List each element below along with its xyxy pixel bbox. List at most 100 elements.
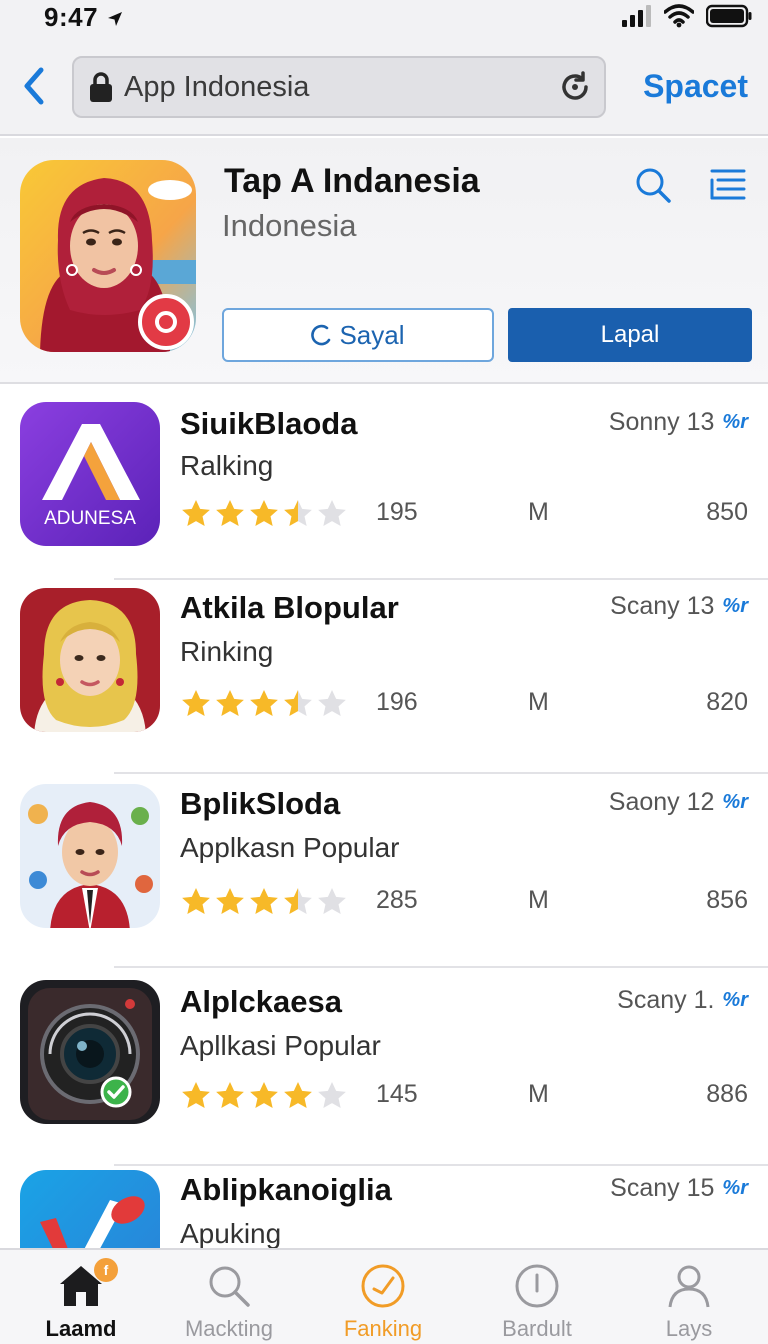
featured-app-title: Tap A Indanesia	[224, 162, 480, 200]
back-button[interactable]	[14, 64, 54, 108]
star-icon	[250, 1082, 278, 1108]
app-meta: Scany 13 %r	[610, 592, 748, 621]
app-icon	[20, 784, 160, 928]
star-icon	[284, 690, 312, 716]
app-row[interactable]: Atkila Blopular Rinking Scany 13 %r 196 …	[0, 566, 768, 774]
star-icon	[182, 1082, 210, 1108]
tab-label: Fanking	[343, 1316, 423, 1341]
star-icon	[182, 690, 210, 716]
featured-app-subtitle: Indonesia	[222, 208, 357, 243]
tab-profile[interactable]: Lays	[612, 1250, 766, 1344]
search-icon	[209, 1266, 250, 1307]
app-meta-text: Saony 12	[608, 788, 715, 816]
tab-bar: f Laamd Mackting Fanking Bardult Lays	[0, 1248, 768, 1344]
info-icon	[515, 1264, 559, 1308]
app-row[interactable]: Alplckaesa Apllkasi Popular Scany 1. %r …	[0, 958, 768, 1166]
person-icon	[668, 1265, 710, 1308]
star-icon	[216, 500, 244, 526]
outline-action-button[interactable]: Sayal	[222, 308, 494, 362]
app-category: Ralking	[180, 450, 274, 481]
search-icon[interactable]	[634, 166, 672, 204]
app-value: 886	[706, 1080, 748, 1108]
app-count: 196	[376, 688, 418, 716]
tab-home[interactable]: f Laamd	[4, 1250, 158, 1344]
app-name: BplikSloda	[180, 786, 341, 821]
star-icon	[250, 888, 278, 914]
star-icon	[284, 1082, 312, 1108]
wifi-icon	[664, 4, 694, 28]
star-icon	[318, 1082, 346, 1108]
featured-app-icon[interactable]	[20, 160, 196, 352]
star-icon	[318, 690, 346, 716]
app-meta-tag: %r	[722, 595, 748, 617]
app-category: Applkasn Popular	[180, 832, 400, 863]
app-unit: M	[528, 688, 549, 716]
tab-ranking[interactable]: Fanking	[306, 1250, 460, 1344]
app-ranking-list: ADUNESA SiuikBlaoda Ralking Sonny 13 %r …	[0, 386, 768, 1248]
status-icons	[622, 4, 752, 28]
app-meta-tag: %r	[722, 791, 748, 813]
tab-label: Laamd	[45, 1316, 117, 1341]
app-meta-text: Sonny 13	[608, 408, 715, 436]
outline-action-label: Sayal	[339, 319, 405, 350]
app-meta-tag: %r	[722, 989, 748, 1011]
app-meta: Scany 1. %r	[617, 986, 748, 1015]
tab-marketing[interactable]: Mackting	[152, 1250, 306, 1344]
app-name: Alplckaesa	[180, 984, 342, 1019]
star-icon	[216, 888, 244, 914]
nav-action-button[interactable]: Spacet	[643, 68, 748, 105]
featured-app-header: Tap A Indanesia Indonesia Sayal Lapal	[0, 138, 768, 384]
app-icon	[20, 588, 160, 732]
primary-action-button[interactable]: Lapal	[508, 308, 752, 362]
app-meta-tag: %r	[722, 1177, 748, 1199]
status-bar: 9:47	[0, 0, 768, 40]
tab-bardult[interactable]: Bardult	[460, 1250, 614, 1344]
status-time: 9:47	[44, 2, 124, 33]
app-icon	[20, 980, 160, 1124]
chevron-left-icon	[24, 67, 44, 105]
tab-label: Mackting	[184, 1316, 274, 1341]
navigation-bar: Spacet	[0, 40, 768, 136]
app-meta: Saony 12 %r	[609, 788, 748, 817]
search-input[interactable]	[124, 70, 544, 104]
list-menu-icon[interactable]	[708, 168, 746, 202]
star-rating	[180, 886, 348, 918]
star-rating	[180, 688, 348, 720]
star-icon	[250, 690, 278, 716]
svg-text:ADUNESA: ADUNESA	[44, 508, 136, 529]
app-unit: M	[528, 1080, 549, 1108]
tab-label: Lays	[665, 1316, 713, 1341]
location-arrow-icon	[107, 12, 122, 27]
app-name: SiuikBlaoda	[180, 406, 358, 441]
lock-icon	[90, 72, 112, 102]
app-value: 856	[706, 886, 748, 914]
app-value: 850	[706, 498, 748, 526]
reload-icon[interactable]	[558, 70, 592, 104]
app-icon: ADUNESA	[20, 402, 160, 546]
app-category: Rinking	[180, 636, 274, 667]
cellular-signal-icon	[622, 5, 651, 27]
app-name: Atkila Blopular	[180, 590, 399, 625]
app-value: 820	[706, 688, 748, 716]
app-row[interactable]: ADUNESA SiuikBlaoda Ralking Sonny 13 %r …	[0, 386, 768, 580]
star-icon	[318, 500, 346, 526]
address-search-field[interactable]	[72, 56, 606, 118]
app-category: Apuking	[180, 1218, 282, 1248]
star-icon	[318, 888, 346, 914]
star-icon	[284, 500, 312, 526]
compass-icon	[361, 1264, 405, 1308]
star-icon	[250, 500, 278, 526]
star-icon	[182, 888, 210, 914]
app-meta-text: Scany 1.	[617, 986, 715, 1014]
app-meta: Sonny 13 %r	[609, 408, 748, 437]
app-count: 145	[376, 1080, 418, 1108]
notification-badge: f	[94, 1258, 118, 1282]
app-unit: M	[528, 498, 549, 526]
app-row[interactable]: BplikSloda Applkasn Popular Saony 12 %r …	[0, 762, 768, 968]
app-meta: Scany 15 %r	[610, 1174, 748, 1203]
app-meta-tag: %r	[722, 411, 748, 433]
star-icon	[216, 690, 244, 716]
app-count: 285	[376, 886, 418, 914]
app-category: Apllkasi Popular	[180, 1030, 381, 1061]
app-row[interactable]: Ablipkanoiglia Apuking Scany 15 %r	[0, 1152, 768, 1248]
